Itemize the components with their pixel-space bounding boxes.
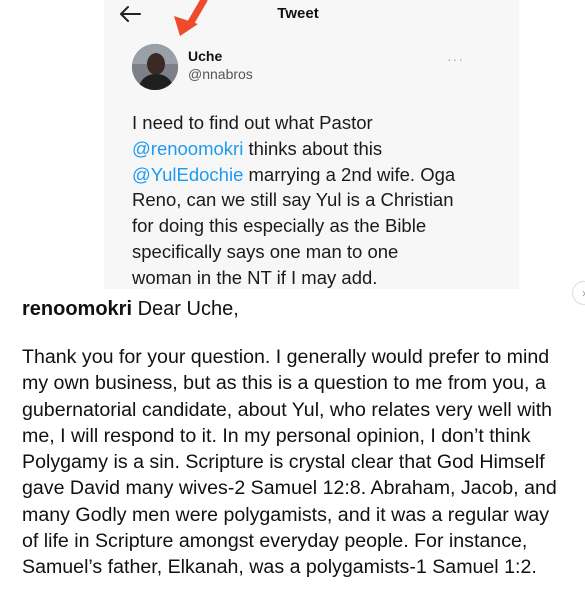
tweet-text-segment: Reno, can we still say Yul is a Christia… [132, 189, 454, 211]
caption-username[interactable]: renoomokri [22, 298, 132, 320]
caption-header: renoomokri Dear Uche, [22, 298, 239, 321]
red-arrow-annotation [174, 0, 208, 36]
tweet-text-line: @renoomokri thinks about this [132, 136, 512, 162]
avatar-photo [132, 44, 178, 90]
caption-line: Thank you for your question. I generally… [22, 346, 550, 368]
mention-link[interactable]: @YulEdochie [132, 164, 243, 185]
tweet-text: I need to find out what Pastor @renoomokr… [132, 110, 512, 291]
caption-line: Samuel’s father, Elkanah, was a polygami… [22, 556, 537, 579]
caption-line: gave David many wives-2 Samuel 12:8. Abr… [22, 477, 557, 500]
tweet-text-line: specifically says one man to one [132, 239, 512, 265]
tweet-text-line: for doing this especially as the Bible [132, 213, 512, 239]
caption-line: my own business, but as this is a questi… [22, 372, 546, 395]
tweet-text-line: I need to find out what Pastor [132, 110, 512, 136]
caption-line: me, I will respond to it. In my personal… [22, 424, 531, 447]
more-horizontal-icon[interactable]: ··· [447, 51, 464, 67]
tweet-text-segment: for doing this especially as the Bible [132, 215, 427, 237]
author-name[interactable]: Uche [188, 48, 222, 64]
caption-line: of life in Scripture amongst everyday pe… [22, 530, 528, 553]
caption-body: Thank you for your question. I generally… [22, 344, 582, 581]
caption-line: gubernatorial candidate, about Yul, who … [22, 398, 553, 421]
page-title: Tweet [277, 5, 319, 22]
caption-line: Polygamy is a sin. Scripture is crystal … [22, 451, 545, 474]
arrow-left-icon[interactable] [118, 4, 142, 24]
mention-link[interactable]: @renoomokri [132, 138, 243, 159]
tweet-text-line: @YulEdochie marrying a 2nd wife. Oga [132, 162, 512, 188]
chevron-right-icon[interactable]: › [572, 281, 585, 305]
avatar[interactable] [132, 44, 178, 90]
tweet-text-segment: specifically says one man to one [132, 240, 399, 262]
tweet-text-segment: thinks about this [243, 137, 383, 159]
caption-greeting: Dear Uche, [137, 298, 239, 320]
author-handle[interactable]: @nnabros [188, 66, 253, 82]
tweet-text-segment: woman in the NT if I may add. [132, 266, 378, 288]
tweet-text-segment: I need to find out what Pastor [132, 112, 373, 133]
caption-line: many Godly men were polygamists, and it … [22, 503, 550, 526]
tweet-text-segment: marrying a 2nd wife. Oga [243, 163, 456, 185]
tweet-text-line: woman in the NT if I may add. [132, 265, 512, 291]
tweet-text-line: Reno, can we still say Yul is a Christia… [132, 187, 512, 213]
